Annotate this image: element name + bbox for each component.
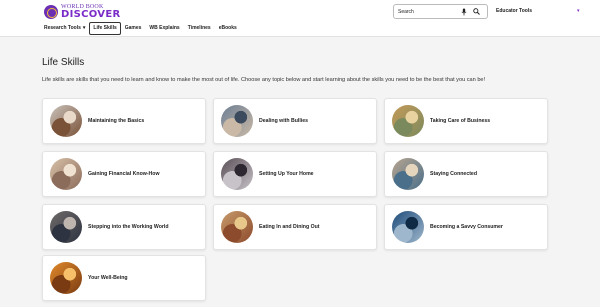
topic-card[interactable]: Staying Connected — [384, 151, 548, 197]
topic-card[interactable]: Becoming a Savvy Consumer — [384, 204, 548, 250]
nav-games[interactable]: Games — [121, 22, 146, 35]
world-book-discover-logo[interactable]: WORLD BOOK DISCOVER — [44, 3, 128, 20]
nav-research-tools-label: Research Tools — [44, 24, 81, 31]
globe-logo-icon — [44, 4, 58, 19]
topic-label: Your Well-Being — [88, 275, 128, 281]
topic-label: Stepping into the Working World — [88, 224, 169, 230]
topic-label: Dealing with Bullies — [259, 118, 309, 124]
main-nav: Research Tools ▾ Life Skills Games WB Ex… — [44, 21, 241, 35]
topic-label: Maintaining the Basics — [88, 118, 145, 124]
page-title: Life Skills — [42, 57, 85, 68]
top-header: WORLD BOOK DISCOVER Research Tools ▾ Lif… — [0, 0, 600, 37]
topic-photo — [50, 211, 82, 243]
topic-card[interactable]: Gaining Financial Know-How — [42, 151, 206, 197]
topic-photo — [50, 158, 82, 190]
topic-photo — [221, 105, 253, 137]
topic-card[interactable]: Your Well-Being — [42, 255, 206, 301]
topic-card[interactable]: Taking Care of Business — [384, 98, 548, 144]
educator-tools-link[interactable]: Educator Tools — [496, 8, 532, 14]
account-menu-icon[interactable]: ▾ — [577, 8, 580, 14]
topic-photo — [392, 211, 424, 243]
nav-ebooks[interactable]: eBooks — [215, 22, 241, 35]
topic-card[interactable]: Stepping into the Working World — [42, 204, 206, 250]
topic-label: Taking Care of Business — [430, 118, 491, 124]
topic-card[interactable]: Setting Up Your Home — [213, 151, 377, 197]
topic-photo — [50, 105, 82, 137]
topic-label: Becoming a Savvy Consumer — [430, 224, 503, 230]
nav-life-skills[interactable]: Life Skills — [89, 21, 121, 35]
topic-label: Staying Connected — [430, 171, 477, 177]
microphone-icon[interactable] — [460, 8, 468, 16]
search-box — [393, 4, 488, 19]
topic-photo — [392, 105, 424, 137]
chevron-down-icon: ▾ — [82, 24, 86, 31]
search-input[interactable] — [398, 8, 456, 15]
nav-timelines[interactable]: Timelines — [184, 22, 215, 35]
topic-label: Eating In and Dining Out — [259, 224, 320, 230]
page-intro: Life skills are skills that you need to … — [42, 77, 486, 83]
topic-label: Setting Up Your Home — [259, 171, 314, 177]
logo-line-2: DISCOVER — [61, 8, 121, 20]
nav-research-tools[interactable]: Research Tools ▾ — [44, 22, 89, 35]
nav-wb-explains[interactable]: WB Explains — [145, 22, 183, 35]
topic-photo — [392, 158, 424, 190]
topic-card[interactable]: Maintaining the Basics — [42, 98, 206, 144]
topic-label: Gaining Financial Know-How — [88, 171, 160, 177]
topic-photo — [50, 262, 82, 294]
topic-photo — [221, 211, 253, 243]
topic-photo — [221, 158, 253, 190]
search-icon[interactable] — [472, 8, 480, 16]
topic-card[interactable]: Eating In and Dining Out — [213, 204, 377, 250]
topic-card[interactable]: Dealing with Bullies — [213, 98, 377, 144]
